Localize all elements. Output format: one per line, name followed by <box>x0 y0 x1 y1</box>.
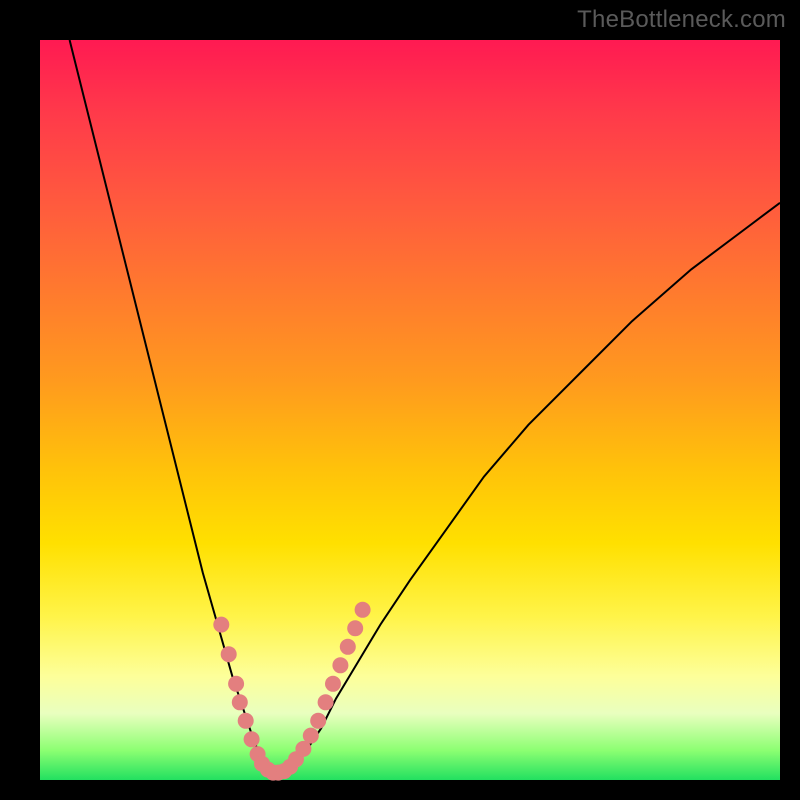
marker-dot <box>340 639 356 655</box>
marker-dot <box>221 646 237 662</box>
marker-dot <box>213 617 229 633</box>
marker-cluster <box>213 602 370 781</box>
watermark-text: TheBottleneck.com <box>577 6 786 34</box>
marker-dot <box>238 713 254 729</box>
marker-dot <box>228 676 244 692</box>
marker-dot <box>244 731 260 747</box>
marker-dot <box>232 694 248 710</box>
marker-dot <box>325 676 341 692</box>
marker-dot <box>355 602 371 618</box>
chart-frame: TheBottleneck.com <box>0 0 800 800</box>
bottleneck-curve <box>70 40 780 773</box>
marker-dot <box>303 728 319 744</box>
marker-dot <box>310 713 326 729</box>
marker-dot <box>347 620 363 636</box>
marker-dot <box>332 657 348 673</box>
marker-dot <box>318 694 334 710</box>
chart-overlay <box>40 40 780 780</box>
